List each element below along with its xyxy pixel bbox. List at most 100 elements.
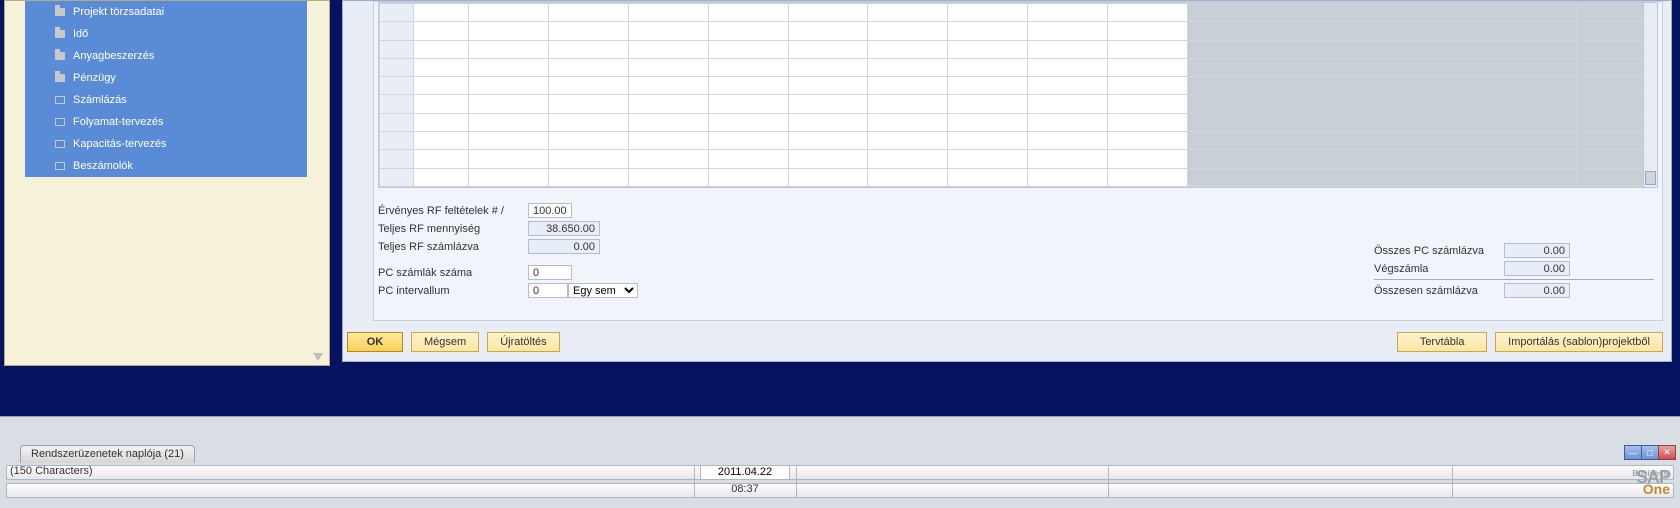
grid-cell[interactable]	[549, 168, 629, 186]
plan-table-button[interactable]: Tervtábla	[1397, 332, 1487, 352]
grid-cell[interactable]	[1028, 4, 1108, 22]
grid-cell[interactable]	[1028, 132, 1108, 150]
sidebar-item[interactable]: Anyagbeszerzés	[25, 45, 307, 67]
grid-cell[interactable]	[1187, 4, 1576, 22]
grid-cell[interactable]	[380, 132, 414, 150]
sidebar-item[interactable]: Beszámolók	[25, 155, 307, 177]
grid-cell[interactable]	[628, 95, 708, 113]
grid-cell[interactable]	[868, 113, 948, 131]
grid-cell[interactable]	[380, 113, 414, 131]
grid-cell[interactable]	[708, 132, 788, 150]
grid-cell[interactable]	[788, 22, 868, 40]
dropdown-icon[interactable]	[313, 353, 323, 361]
grid-cell[interactable]	[414, 132, 469, 150]
grid-cell[interactable]	[414, 40, 469, 58]
grid-cell[interactable]	[1107, 40, 1187, 58]
grid-cell[interactable]	[628, 58, 708, 76]
grid-cell[interactable]	[1187, 22, 1576, 40]
grid-cell[interactable]	[868, 4, 948, 22]
grid-cell[interactable]	[469, 95, 549, 113]
grid-cell[interactable]	[628, 22, 708, 40]
grid-cell[interactable]	[948, 22, 1028, 40]
grid-cell[interactable]	[469, 113, 549, 131]
close-icon[interactable]: ✕	[1658, 445, 1676, 460]
grid-cell[interactable]	[1187, 168, 1576, 186]
grid-cell[interactable]	[414, 4, 469, 22]
grid-cell[interactable]	[708, 58, 788, 76]
grid-cell[interactable]	[708, 40, 788, 58]
grid-cell[interactable]	[708, 95, 788, 113]
grid-cell[interactable]	[1107, 95, 1187, 113]
grid-body[interactable]	[379, 3, 1657, 187]
grid-cell[interactable]	[1028, 168, 1108, 186]
grid-cell[interactable]	[380, 58, 414, 76]
vertical-scrollbar[interactable]	[1643, 3, 1657, 187]
minimize-icon[interactable]: —	[1624, 445, 1642, 460]
grid-cell[interactable]	[788, 58, 868, 76]
grid-cell[interactable]	[868, 22, 948, 40]
grid-cell[interactable]	[469, 58, 549, 76]
grid-cell[interactable]	[1187, 58, 1576, 76]
grid-cell[interactable]	[414, 58, 469, 76]
grid-cell[interactable]	[948, 132, 1028, 150]
cancel-button[interactable]: Mégsem	[411, 332, 479, 352]
grid-cell[interactable]	[948, 113, 1028, 131]
grid-cell[interactable]	[380, 168, 414, 186]
sidebar-item[interactable]: Idő	[25, 23, 307, 45]
grid-cell[interactable]	[380, 77, 414, 95]
grid-cell[interactable]	[1187, 132, 1576, 150]
grid-cell[interactable]	[708, 168, 788, 186]
grid-cell[interactable]	[549, 150, 629, 168]
grid-cell[interactable]	[948, 58, 1028, 76]
grid-cell[interactable]	[380, 40, 414, 58]
grid-cell[interactable]	[708, 113, 788, 131]
sidebar-item[interactable]: Folyamat-tervezés	[25, 111, 307, 133]
grid[interactable]	[378, 2, 1658, 188]
grid-cell[interactable]	[414, 77, 469, 95]
grid-cell[interactable]	[469, 150, 549, 168]
grid-cell[interactable]	[1107, 22, 1187, 40]
maximize-icon[interactable]: □	[1641, 445, 1659, 460]
grid-cell[interactable]	[549, 77, 629, 95]
grid-cell[interactable]	[549, 40, 629, 58]
grid-cell[interactable]	[1107, 168, 1187, 186]
grid-cell[interactable]	[708, 150, 788, 168]
grid-cell[interactable]	[414, 22, 469, 40]
grid-cell[interactable]	[1187, 150, 1576, 168]
pc-invoice-count-input[interactable]	[528, 265, 572, 280]
grid-cell[interactable]	[1187, 40, 1576, 58]
grid-cell[interactable]	[628, 113, 708, 131]
grid-cell[interactable]	[414, 168, 469, 186]
grid-cell[interactable]	[708, 22, 788, 40]
grid-cell[interactable]	[1107, 132, 1187, 150]
grid-cell[interactable]	[628, 77, 708, 95]
grid-cell[interactable]	[788, 168, 868, 186]
system-messages-tab[interactable]: Rendszerüzenetek naplója (21)	[20, 445, 195, 463]
grid-cell[interactable]	[1028, 58, 1108, 76]
grid-cell[interactable]	[788, 40, 868, 58]
reload-button[interactable]: Újratöltés	[487, 332, 559, 352]
grid-cell[interactable]	[469, 132, 549, 150]
grid-cell[interactable]	[868, 168, 948, 186]
grid-cell[interactable]	[414, 95, 469, 113]
grid-cell[interactable]	[948, 77, 1028, 95]
sidebar-item[interactable]: Pénzügy	[25, 67, 307, 89]
grid-cell[interactable]	[549, 113, 629, 131]
grid-cell[interactable]	[380, 95, 414, 113]
grid-cell[interactable]	[549, 22, 629, 40]
grid-cell[interactable]	[1107, 4, 1187, 22]
grid-cell[interactable]	[549, 132, 629, 150]
grid-cell[interactable]	[868, 58, 948, 76]
grid-cell[interactable]	[788, 150, 868, 168]
grid-cell[interactable]	[1028, 77, 1108, 95]
grid-cell[interactable]	[788, 4, 868, 22]
grid-cell[interactable]	[788, 95, 868, 113]
import-button[interactable]: Importálás (sablon)projektből	[1495, 332, 1663, 352]
grid-cell[interactable]	[1028, 95, 1108, 113]
grid-cell[interactable]	[948, 150, 1028, 168]
grid-cell[interactable]	[708, 77, 788, 95]
grid-cell[interactable]	[628, 40, 708, 58]
grid-cell[interactable]	[788, 113, 868, 131]
sidebar-item[interactable]: Kapacitás-tervezés	[25, 133, 307, 155]
grid-cell[interactable]	[1028, 40, 1108, 58]
